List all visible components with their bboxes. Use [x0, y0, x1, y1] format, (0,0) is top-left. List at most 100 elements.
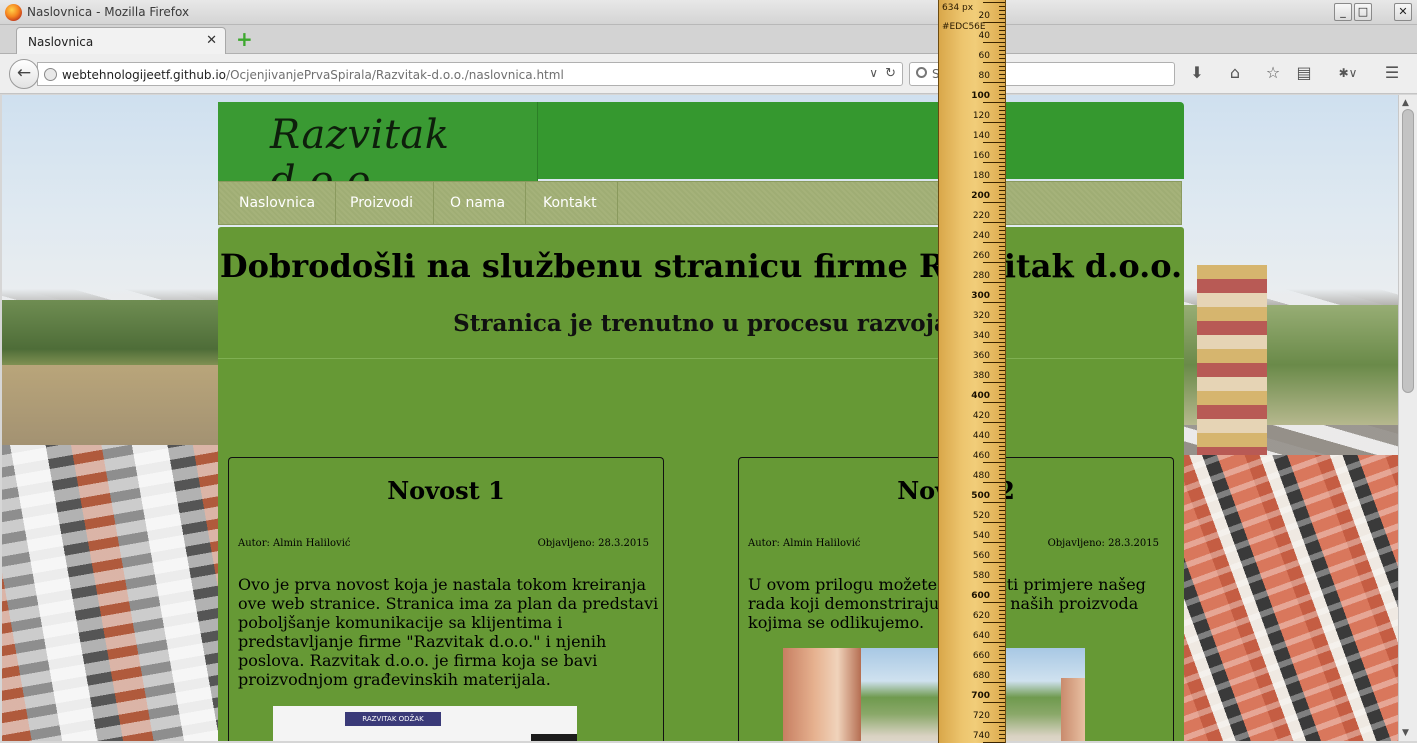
ruler-tick — [999, 514, 1005, 515]
ruler-tick-label: 120 — [972, 111, 990, 121]
ruler-tick — [999, 158, 1005, 159]
ruler-tick-label: 300 — [971, 291, 990, 301]
ruler-tick — [999, 386, 1005, 387]
ruler-tick — [999, 610, 1005, 611]
ruler-tick — [983, 722, 1005, 723]
ruler-tick — [999, 114, 1005, 115]
ruler-tick — [999, 666, 1005, 667]
scrollbar-thumb[interactable] — [1402, 109, 1414, 393]
ruler-tick — [983, 622, 1005, 623]
vertical-scrollbar[interactable]: ▲ ▼ — [1398, 95, 1417, 741]
search-icon — [916, 67, 927, 78]
menu-item-naslovnica[interactable]: Naslovnica — [219, 182, 337, 224]
home-icon[interactable]: ⌂ — [1223, 63, 1247, 83]
news-date: Objavljeno: 28.3.2015 — [1047, 538, 1159, 549]
ruler-tick-label: 220 — [972, 211, 990, 221]
menu-item-o-nama[interactable]: O nama — [430, 182, 527, 224]
site-header: Razvitak d.o.o. — [218, 102, 1184, 204]
ruler-tick — [999, 126, 1005, 127]
scroll-down-icon[interactable]: ▼ — [1402, 728, 1409, 738]
ruler-tick-label: 200 — [971, 191, 990, 201]
download-icon[interactable]: ⬇ — [1185, 63, 1209, 83]
ruler-tick — [999, 510, 1005, 511]
ruler-tick — [999, 434, 1005, 435]
news-author: Autor: Almin Halilović — [748, 538, 861, 549]
ruler-tick-label: 240 — [972, 231, 990, 241]
news-title: Novost 1 — [387, 476, 505, 505]
ruler-tick-label: 600 — [971, 591, 990, 601]
ruler-tick — [999, 6, 1005, 7]
news-date: Objavljeno: 28.3.2015 — [537, 538, 649, 549]
close-window-button[interactable]: ✕ — [1394, 3, 1412, 21]
ruler-tick — [999, 550, 1005, 551]
ruler-tick — [999, 598, 1005, 599]
minimize-button[interactable]: _ — [1334, 3, 1352, 21]
scroll-up-icon[interactable]: ▲ — [1402, 98, 1409, 108]
bookmark-star-icon[interactable]: ☆ — [1261, 63, 1285, 83]
tab-close-icon[interactable]: ✕ — [206, 33, 217, 48]
site-container: Razvitak d.o.o. Naslovnica Proizvodi O n… — [218, 102, 1184, 741]
ruler-tick — [999, 178, 1005, 179]
back-button[interactable]: ← — [9, 59, 39, 89]
url-text[interactable]: webtehnologijeetf.github.io/Ocjenjivanje… — [62, 68, 564, 82]
ruler-tick — [983, 522, 1005, 523]
url-history-dropdown-icon[interactable]: ∨ — [869, 66, 878, 80]
ruler-tick — [983, 702, 1005, 703]
ruler-tick-label: 680 — [972, 671, 990, 681]
background-bricks-right — [1182, 455, 1398, 741]
ruler-tick — [999, 474, 1005, 475]
menu-item-proizvodi[interactable]: Proizvodi — [330, 182, 435, 224]
ruler-tick — [999, 366, 1005, 367]
url-bar[interactable]: webtehnologijeetf.github.io/Ocjenjivanje… — [37, 62, 903, 86]
ruler-tick — [983, 382, 1005, 383]
ruler-tick — [999, 266, 1005, 267]
ruler-tick — [999, 166, 1005, 167]
news-body: Ovo je prva novost koja je nastala tokom… — [238, 575, 659, 689]
ruler-tick — [999, 454, 1005, 455]
ruler-tick — [999, 26, 1005, 27]
ruler-tick — [999, 370, 1005, 371]
ruler-tick — [999, 258, 1005, 259]
ruler-tick — [999, 286, 1005, 287]
ruler-tick — [983, 342, 1005, 343]
ruler-tick — [999, 570, 1005, 571]
ruler-tick-label: 520 — [972, 511, 990, 521]
ruler-tick-label: 700 — [971, 691, 990, 701]
tab-label: Naslovnica — [28, 35, 94, 49]
ruler-tick — [999, 134, 1005, 135]
ruler-tick — [999, 250, 1005, 251]
ruler-tick — [999, 278, 1005, 279]
ruler-tick — [983, 542, 1005, 543]
ruler-tick — [983, 642, 1005, 643]
ruler-tick-label: 400 — [971, 391, 990, 401]
ruler-tick — [999, 426, 1005, 427]
tab-naslovnica[interactable]: Naslovnica ✕ — [16, 27, 226, 54]
ruler-tick-label: 160 — [972, 151, 990, 161]
ruler-tick — [999, 234, 1005, 235]
ruler-tick — [999, 430, 1005, 431]
ruler-tick — [983, 442, 1005, 443]
maximize-button[interactable]: □ — [1354, 3, 1372, 21]
ruler-tick — [999, 38, 1005, 39]
screen-ruler[interactable]: 634 px #EDC56E 20 40 60 80 100 120 140 160 180 20… — [938, 0, 1006, 743]
extension-icon[interactable]: ✱∨ — [1330, 63, 1366, 83]
menu-icon[interactable]: ☰ — [1380, 63, 1404, 83]
ruler-tick — [999, 534, 1005, 535]
menu-item-kontakt[interactable]: Kontakt — [523, 182, 618, 224]
reading-list-icon[interactable]: ▤ — [1292, 63, 1316, 83]
logo-box[interactable]: Razvitak d.o.o. — [218, 102, 538, 204]
ruler-tick — [983, 22, 1005, 23]
reload-icon[interactable]: ↻ — [885, 66, 896, 81]
ruler-tick — [999, 438, 1005, 439]
ruler-tick — [999, 214, 1005, 215]
news-image-column — [783, 648, 861, 741]
ruler-tick — [999, 118, 1005, 119]
ruler-tick — [983, 422, 1005, 423]
ruler-tick — [999, 10, 1005, 11]
site-identity-icon[interactable] — [44, 68, 57, 81]
new-tab-button[interactable]: + — [236, 29, 253, 49]
ruler-tick-label: 620 — [972, 611, 990, 621]
ruler-tick — [999, 30, 1005, 31]
ruler-tick — [999, 574, 1005, 575]
ruler-tick — [999, 318, 1005, 319]
